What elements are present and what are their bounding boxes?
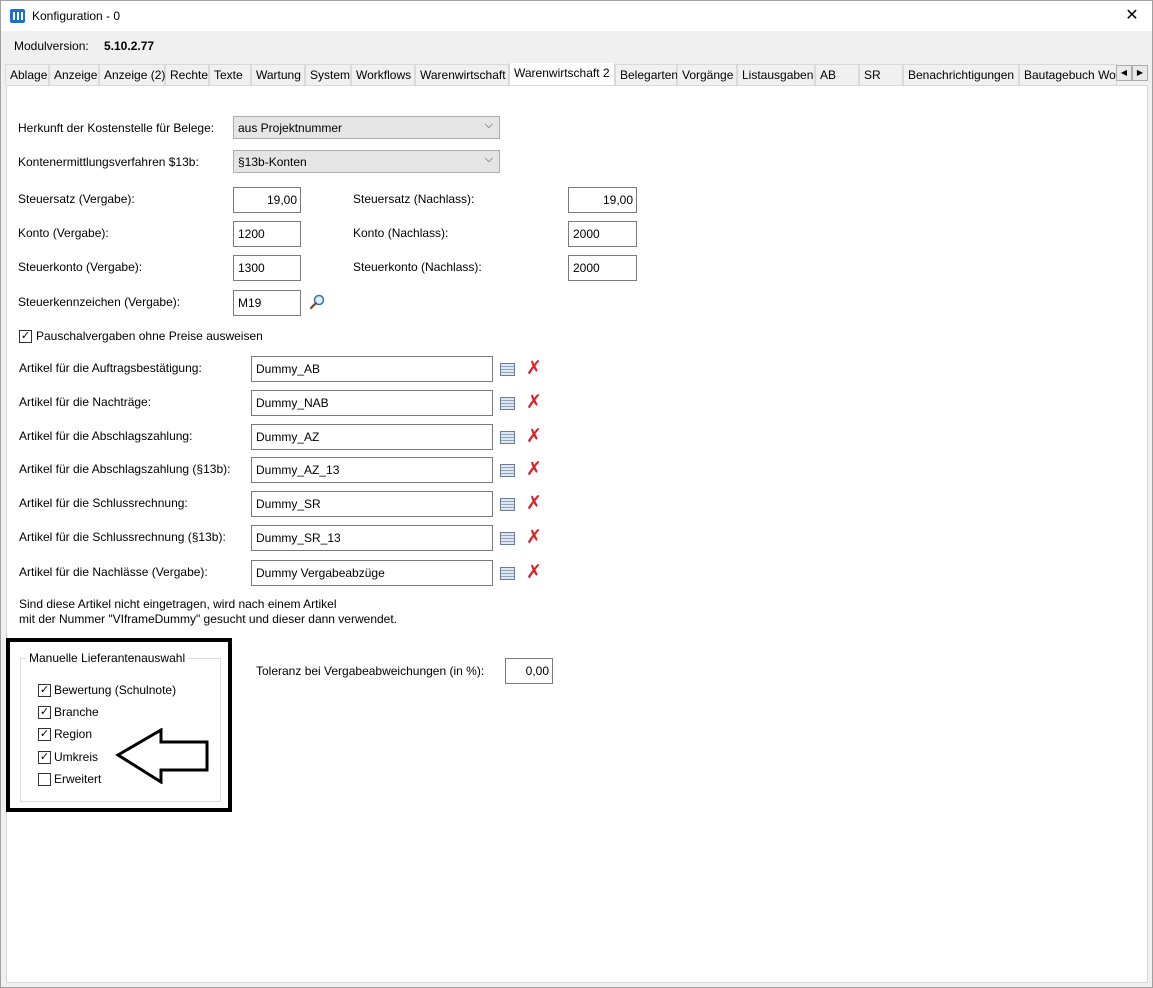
- article-label: Artikel für die Schlussrechnung:: [19, 496, 188, 510]
- module-version-row: Modulversion: 5.10.2.77: [14, 39, 154, 53]
- article-label: Artikel für die Nachlässe (Vergabe):: [19, 565, 208, 579]
- konten-select[interactable]: §13b-Konten ⌵: [233, 150, 500, 173]
- tab-panel-warenwirtschaft-2: Herkunft der Kostenstelle für Belege: au…: [6, 85, 1148, 983]
- steuersatz-vergabe-label: Steuersatz (Vergabe):: [18, 192, 135, 206]
- article-input[interactable]: Dummy_SR: [251, 491, 493, 517]
- konto-nachlass-label: Konto (Nachlass):: [353, 226, 449, 240]
- supplier-option-label: Branche: [54, 705, 99, 719]
- module-version-label: Modulversion:: [14, 39, 89, 53]
- arrow-left-icon: [115, 728, 209, 784]
- chevron-down-icon: ⌵: [484, 119, 493, 131]
- article-input[interactable]: Dummy_AZ: [251, 424, 493, 450]
- article-label: Artikel für die Schlussrechnung (§13b):: [19, 530, 226, 544]
- steuerkonto-nachlass-input[interactable]: 2000: [568, 255, 637, 281]
- konten-label: Kontenermittlungsverfahren $13b:: [18, 155, 199, 169]
- article-input[interactable]: Dummy Vergabeabzüge: [251, 560, 493, 586]
- supplier-option-checkbox[interactable]: ✓: [38, 684, 51, 697]
- steuerkonto-nachlass-label: Steuerkonto (Nachlass):: [353, 260, 482, 274]
- article-label: Artikel für die Abschlagszahlung (§13b):: [19, 462, 231, 476]
- module-version-value: 5.10.2.77: [104, 39, 155, 53]
- tab-ablage[interactable]: Ablage: [5, 64, 49, 85]
- tab-wartung[interactable]: Wartung: [251, 64, 305, 85]
- note-line-2: mit der Nummer "VIframeDummy" gesucht un…: [19, 612, 398, 626]
- article-input[interactable]: Dummy_NAB: [251, 390, 493, 416]
- tab-texte[interactable]: Texte: [209, 64, 251, 85]
- delete-icon[interactable]: ✗: [526, 563, 542, 582]
- tab-scroll-arrows: ◀ ▶: [1116, 65, 1148, 81]
- article-picker-icon[interactable]: [500, 498, 515, 511]
- title-bar: Konfiguration - 0 ✕: [1, 1, 1152, 31]
- tab-ab[interactable]: AB: [815, 64, 859, 85]
- konten-value: §13b-Konten: [238, 155, 307, 169]
- kostenstelle-select[interactable]: aus Projektnummer ⌵: [233, 116, 500, 139]
- article-input[interactable]: Dummy_AB: [251, 356, 493, 382]
- toleranz-input[interactable]: 0,00: [505, 658, 553, 684]
- tab-vorg-nge[interactable]: Vorgänge: [677, 64, 737, 85]
- delete-icon[interactable]: ✗: [526, 494, 542, 513]
- delete-icon[interactable]: ✗: [526, 393, 542, 412]
- article-label: Artikel für die Abschlagszahlung:: [19, 429, 193, 443]
- supplier-group-title: Manuelle Lieferantenauswahl: [26, 651, 189, 665]
- tab-strip: Ablage Anzeige Anzeige (2) Rechte Texte Wartu…: [5, 63, 1121, 85]
- tab-sr[interactable]: SR: [859, 64, 903, 85]
- close-button[interactable]: ✕: [1112, 1, 1152, 31]
- tab-warenwirtschaft[interactable]: Warenwirtschaft: [415, 64, 509, 85]
- delete-icon[interactable]: ✗: [526, 460, 542, 479]
- note-line-1: Sind diese Artikel nicht eingetragen, wi…: [19, 597, 337, 611]
- steuersatz-vergabe-input[interactable]: 19,00: [233, 187, 301, 213]
- tab-listausgaben[interactable]: Listausgaben: [737, 64, 815, 85]
- pauschal-checkbox[interactable]: ✓: [19, 330, 32, 343]
- article-picker-icon[interactable]: [500, 431, 515, 444]
- kostenstelle-value: aus Projektnummer: [238, 121, 343, 135]
- tab-scroll-left-icon[interactable]: ◀: [1116, 65, 1132, 81]
- delete-icon[interactable]: ✗: [526, 427, 542, 446]
- tab-bautagebuch-wo[interactable]: Bautagebuch Wo: [1019, 64, 1117, 85]
- app-icon: [10, 9, 25, 23]
- article-picker-icon[interactable]: [500, 363, 515, 376]
- tab-benachrichtigungen[interactable]: Benachrichtigungen: [903, 64, 1019, 85]
- steuerkennzeichen-label: Steuerkennzeichen (Vergabe):: [18, 295, 181, 309]
- config-window: Konfiguration - 0 ✕ Modulversion: 5.10.2…: [0, 0, 1153, 988]
- kostenstelle-label: Herkunft der Kostenstelle für Belege:: [18, 121, 215, 135]
- tab-workflows[interactable]: Workflows: [351, 64, 415, 85]
- article-label: Artikel für die Nachträge:: [19, 395, 152, 409]
- tab-rechte[interactable]: Rechte: [165, 64, 209, 85]
- supplier-option-checkbox[interactable]: ✓: [38, 728, 51, 741]
- supplier-option-label: Bewertung (Schulnote): [54, 683, 177, 697]
- steuerkonto-vergabe-input[interactable]: 1300: [233, 255, 301, 281]
- konto-nachlass-input[interactable]: 2000: [568, 221, 637, 247]
- pauschal-label: Pauschalvergaben ohne Preise ausweisen: [36, 329, 263, 343]
- konto-vergabe-label: Konto (Vergabe):: [18, 226, 109, 240]
- delete-icon[interactable]: ✗: [526, 359, 542, 378]
- steuerkonto-vergabe-label: Steuerkonto (Vergabe):: [18, 260, 143, 274]
- supplier-option-label: Erweitert: [54, 772, 102, 786]
- article-picker-icon[interactable]: [500, 532, 515, 545]
- tab-anzeige-2[interactable]: Anzeige (2): [99, 64, 165, 85]
- steuersatz-nachlass-label: Steuersatz (Nachlass):: [353, 192, 475, 206]
- article-input[interactable]: Dummy_AZ_13: [251, 457, 493, 483]
- steuerkennzeichen-input[interactable]: M19: [233, 290, 301, 316]
- toleranz-label: Toleranz bei Vergabeabweichungen (in %):: [256, 664, 485, 678]
- tab-system[interactable]: System: [305, 64, 351, 85]
- article-input[interactable]: Dummy_SR_13: [251, 525, 493, 551]
- supplier-option-label: Region: [54, 727, 93, 741]
- supplier-option-checkbox[interactable]: ✓: [38, 751, 51, 764]
- window-title: Konfiguration - 0: [32, 9, 121, 23]
- tab-anzeige[interactable]: Anzeige: [49, 64, 99, 85]
- tab-belegarten[interactable]: Belegarten: [615, 64, 678, 85]
- steuersatz-nachlass-input[interactable]: 19,00: [568, 187, 637, 213]
- chevron-down-icon: ⌵: [484, 153, 493, 165]
- search-icon[interactable]: [309, 294, 325, 310]
- article-label: Artikel für die Auftragsbestätigung:: [19, 361, 202, 375]
- supplier-option-label: Umkreis: [54, 750, 98, 764]
- supplier-option-checkbox[interactable]: ✓: [38, 706, 51, 719]
- delete-icon[interactable]: ✗: [526, 528, 542, 547]
- article-picker-icon[interactable]: [500, 397, 515, 410]
- article-picker-icon[interactable]: [500, 464, 515, 477]
- article-picker-icon[interactable]: [500, 567, 515, 580]
- tab-scroll-right-icon[interactable]: ▶: [1132, 65, 1148, 81]
- konto-vergabe-input[interactable]: 1200: [233, 221, 301, 247]
- tab-warenwirtschaft-2[interactable]: Warenwirtschaft 2: [509, 63, 615, 85]
- supplier-option-checkbox[interactable]: [38, 773, 51, 786]
